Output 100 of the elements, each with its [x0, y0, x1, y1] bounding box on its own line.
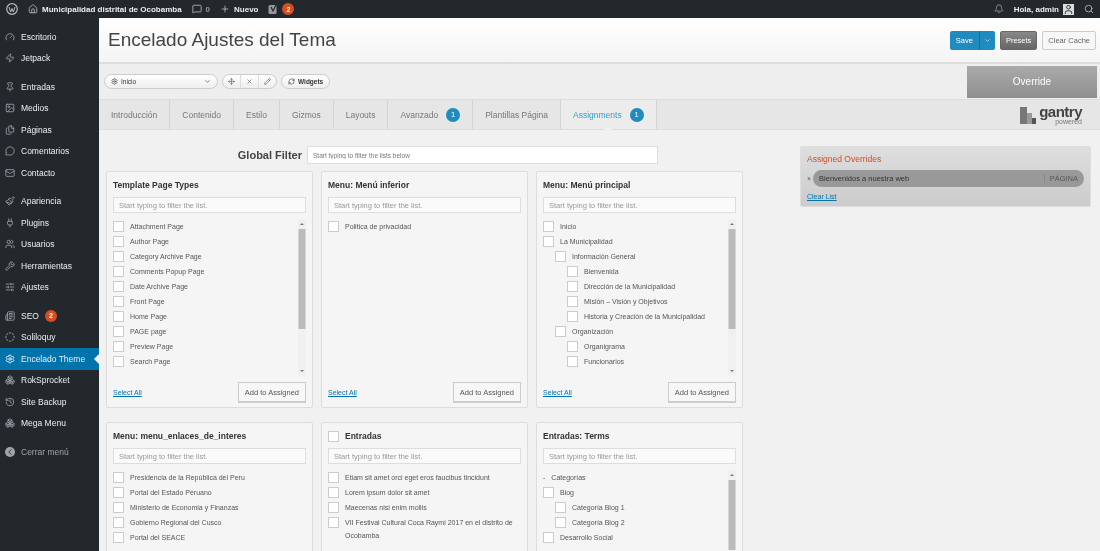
sidebar-item[interactable]: Usuarios: [0, 233, 99, 255]
tab[interactable]: Estilo: [234, 100, 280, 129]
caret-icon: [204, 78, 211, 85]
sidebar-item[interactable]: Apariencia: [0, 190, 99, 212]
comment-icon[interactable]: [191, 4, 202, 14]
menu-icon: [5, 53, 15, 64]
checkbox[interactable]: [113, 341, 124, 352]
checkbox[interactable]: [113, 532, 124, 543]
menu-icon: [5, 239, 15, 250]
menu-icon: [5, 217, 15, 228]
sidebar-item[interactable]: Contacto: [0, 162, 99, 184]
override-label: Override: [967, 65, 1097, 98]
search-icon[interactable]: [1084, 4, 1094, 14]
tab[interactable]: Plantillas Página: [473, 100, 561, 129]
checkbox[interactable]: [543, 487, 554, 498]
checkbox[interactable]: [113, 472, 124, 483]
notification-icon[interactable]: [993, 4, 1004, 14]
menu-icon: [5, 103, 15, 114]
sidebar-item[interactable]: Medios: [0, 97, 99, 119]
move-icon: [228, 78, 235, 85]
checkbox[interactable]: [328, 487, 339, 498]
sidebar-item[interactable]: Páginas: [0, 119, 99, 141]
menu-icon: [5, 124, 15, 135]
sidebar-item[interactable]: Jetpack: [0, 47, 99, 69]
avatar-icon[interactable]: [1063, 3, 1074, 15]
chevron-left-icon: [5, 446, 15, 457]
checkbox[interactable]: [543, 236, 554, 247]
menu-icon: [5, 375, 15, 386]
pencil-icon: [264, 78, 271, 85]
menu-icon: [5, 167, 15, 178]
checkbox[interactable]: [113, 356, 124, 367]
page-title: Encelado Ajustes del Tema: [108, 29, 336, 51]
caret-icon: [983, 36, 991, 44]
menu-icon: [5, 146, 15, 157]
checkbox[interactable]: [555, 326, 566, 337]
checkbox[interactable]: [113, 311, 124, 322]
sidebar-item[interactable]: Soliloquy: [0, 326, 99, 348]
checkbox[interactable]: [567, 341, 578, 352]
comments-count: 0: [205, 4, 211, 14]
panel-title: Menu: Menú inferior: [328, 180, 410, 190]
sidebar-item[interactable]: Mega Menu: [0, 412, 99, 434]
checkbox[interactable]: [113, 326, 124, 337]
checkbox[interactable]: [113, 502, 124, 513]
new-link[interactable]: Nuevo: [234, 4, 259, 14]
checkbox[interactable]: [567, 296, 578, 307]
sidebar-item[interactable]: Site Backup: [0, 391, 99, 413]
checkbox[interactable]: [113, 281, 124, 292]
panel-title: Entradas: Terms: [543, 431, 610, 441]
checkbox[interactable]: [555, 502, 566, 513]
checkbox[interactable]: [328, 517, 339, 528]
checkbox[interactable]: [328, 472, 339, 483]
panel-title: Menu: Menú principal: [543, 180, 631, 190]
checkbox[interactable]: [543, 532, 554, 543]
tab[interactable]: Contenido: [170, 100, 235, 129]
checkbox[interactable]: [567, 281, 578, 292]
checkbox[interactable]: [555, 251, 566, 262]
checkbox[interactable]: [113, 296, 124, 307]
sidebar-item[interactable]: Entradas: [0, 76, 99, 98]
menu-icon: [5, 332, 15, 343]
sidebar-item[interactable]: Escritorio: [0, 26, 99, 48]
menu-icon: [5, 310, 15, 321]
checkbox[interactable]: [567, 311, 578, 322]
menu-icon: [5, 353, 15, 364]
plus-icon[interactable]: [220, 4, 231, 14]
checkbox[interactable]: [113, 236, 124, 247]
checkbox[interactable]: [328, 502, 339, 513]
menu-icon: [5, 81, 15, 92]
tab[interactable]: Gizmos: [279, 100, 334, 129]
tab[interactable]: Layouts: [333, 100, 389, 129]
checkbox[interactable]: [113, 487, 124, 498]
sidebar-item[interactable]: Comentarios: [0, 140, 99, 162]
site-name-link[interactable]: Municipalidad distrital de Ocobamba: [42, 4, 182, 14]
checkbox[interactable]: [328, 221, 339, 232]
sidebar-item[interactable]: Ajustes: [0, 276, 99, 298]
gear-icon: [111, 78, 118, 85]
sidebar-item[interactable]: RokSprocket: [0, 369, 99, 391]
sidebar-item[interactable]: Encelado Theme: [0, 348, 99, 370]
close-icon: [246, 78, 253, 85]
checkbox[interactable]: [543, 221, 554, 232]
logo-wordmark: gantry: [1039, 104, 1082, 119]
menu-icon: [5, 418, 15, 429]
sidebar-item[interactable]: Plugins: [0, 212, 99, 234]
checkbox[interactable]: [555, 517, 566, 528]
menu-icon: [5, 260, 15, 271]
checkbox[interactable]: [113, 517, 124, 528]
menu-icon: [5, 196, 15, 207]
checkbox[interactable]: [567, 356, 578, 367]
greeting-link[interactable]: Hola, admin: [1013, 4, 1059, 14]
panel-title: Entradas: [345, 431, 382, 441]
checkbox[interactable]: [113, 221, 124, 232]
checkbox[interactable]: [113, 251, 124, 262]
tab[interactable]: Introducción: [99, 100, 171, 129]
checkbox[interactable]: [113, 266, 124, 277]
collapse-menu-button[interactable]: Cerrar menú: [0, 441, 99, 463]
home-icon[interactable]: [28, 4, 38, 14]
refresh-icon: [288, 78, 295, 85]
menu-icon: [5, 282, 15, 293]
checkbox[interactable]: [328, 430, 339, 442]
checkbox[interactable]: [567, 266, 578, 277]
sidebar-item[interactable]: Herramientas: [0, 255, 99, 277]
